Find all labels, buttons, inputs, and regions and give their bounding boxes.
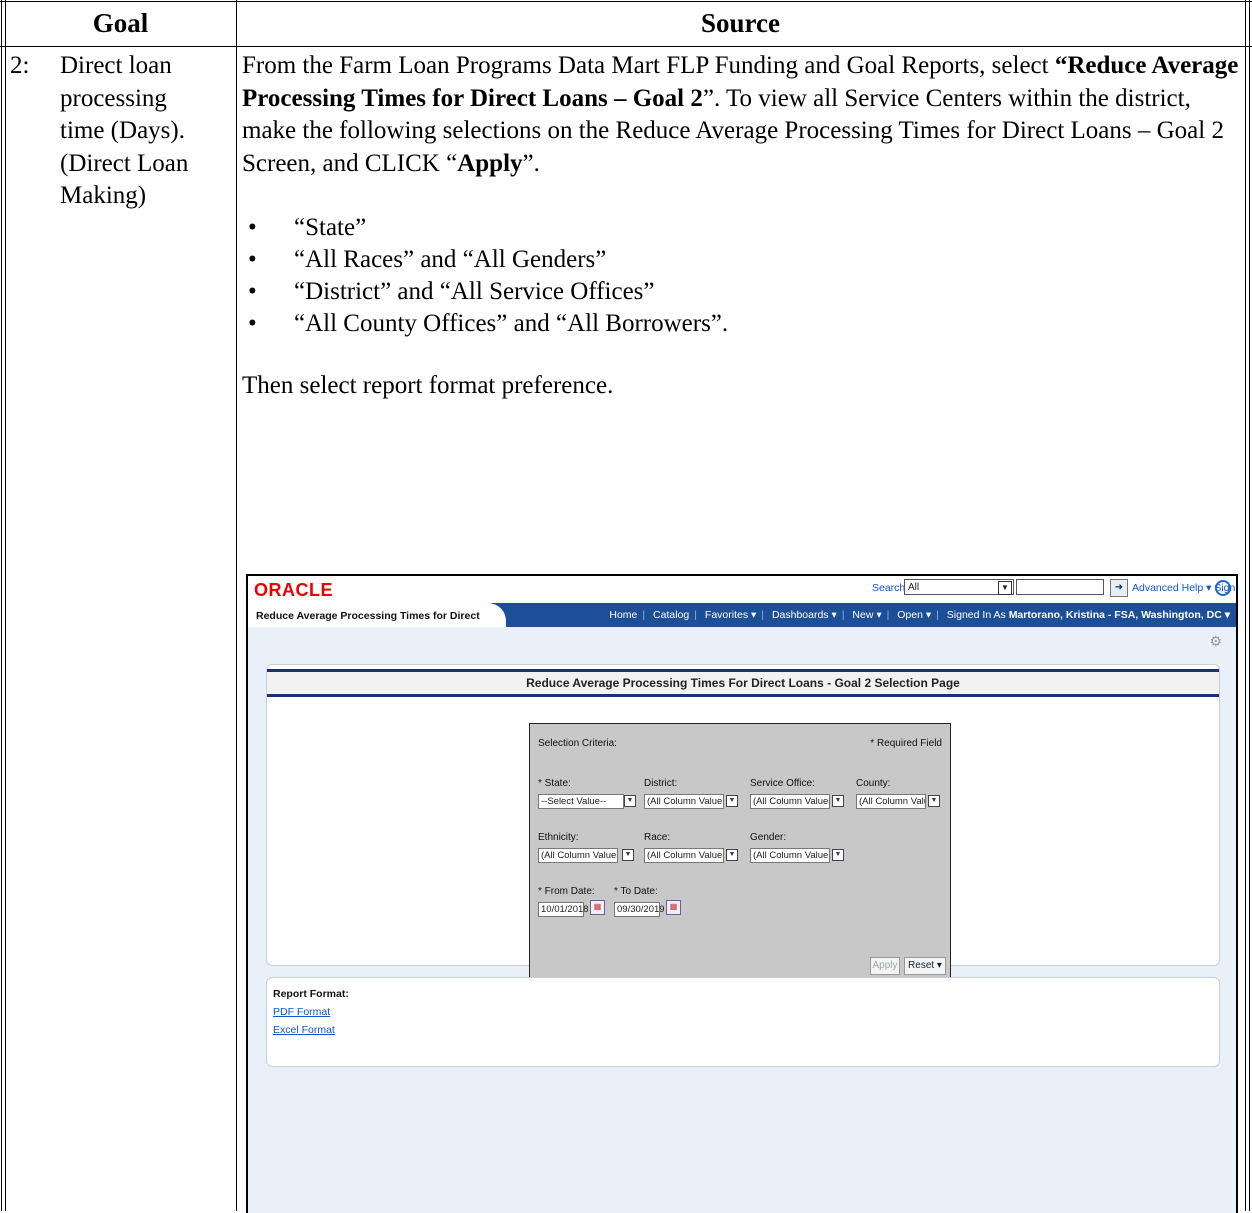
report-format-panel: Report Format: PDF Format Excel Format [266, 977, 1220, 1067]
apply-button[interactable]: Apply [870, 957, 900, 975]
search-scope-select[interactable]: All ▼ [904, 579, 1014, 595]
ethnicity-label: Ethnicity: [538, 832, 579, 843]
from-date-input[interactable]: 10/01/2018 [538, 902, 589, 917]
nav-bar: Reduce Average Processing Times for Dire… [248, 603, 1236, 648]
state-label: * State: [538, 778, 571, 789]
list-item: • “State” [248, 214, 367, 241]
gear-icon[interactable]: ⚙ [1209, 633, 1222, 650]
nav-home[interactable]: Home [609, 609, 637, 621]
table-border-right-inner [1245, 0, 1246, 1211]
list-item-text: “All Races” and “All Genders” [294, 246, 607, 273]
ethnicity-select[interactable]: (All Column Values) [538, 848, 618, 863]
chevron-down-icon[interactable]: ▼ [928, 795, 940, 807]
signed-in-label: Signed In As [946, 609, 1006, 621]
search-scope-value: All [908, 582, 920, 593]
goal-line: time (Days). [60, 117, 185, 144]
table-border-right [1249, 0, 1250, 1211]
from-date-label: * From Date: [538, 886, 595, 897]
list-item: • “All County Offices” and “All Borrowers… [248, 310, 729, 337]
service-office-select[interactable]: (All Column Values) [750, 794, 830, 809]
list-item: • “All Races” and “All Genders” [248, 246, 607, 273]
page-body: ⚙ Reduce Average Processing Times For Di… [248, 627, 1236, 1213]
search-input[interactable] [1016, 579, 1104, 595]
gender-label: Gender: [750, 832, 787, 843]
selection-criteria-box: Selection Criteria: * Required Field * S… [529, 723, 951, 985]
instruction-text: From the Farm Loan Programs Data Mart FL… [242, 52, 1055, 79]
goal-line: Making) [60, 182, 147, 209]
list-item-text: “State” [294, 214, 367, 241]
nav-open[interactable]: Open ▾ [897, 609, 931, 621]
goal-description: Direct loan processing time (Days). (Dir… [60, 50, 235, 213]
search-label: Search [872, 582, 906, 594]
chevron-down-icon[interactable]: ▼ [624, 795, 636, 807]
to-date-label: * To Date: [614, 886, 658, 897]
source-instructions: From the Farm Loan Programs Data Mart FL… [242, 50, 1242, 180]
oracle-logo: ORACLE [254, 580, 333, 600]
nav-favorites[interactable]: Favorites ▾ [705, 609, 756, 621]
list-item: • “District” and “All Service Offices” [248, 278, 655, 305]
district-label: District: [644, 778, 678, 789]
race-label: Race: [644, 832, 671, 843]
goal-line: Direct loan [60, 52, 172, 79]
goal-line: processing [60, 84, 167, 112]
format-instruction: Then select report format preference. [242, 372, 614, 399]
list-item-text: “All County Offices” and “All Borrowers”… [294, 310, 729, 337]
global-nav: Home | Catalog | Favorites ▾ | Dashboards ▾… [609, 609, 1230, 621]
search-go-arrow-icon[interactable]: ➜ [1110, 579, 1128, 597]
excel-format-link[interactable]: Excel Format [273, 1024, 335, 1036]
nav-new[interactable]: New ▾ [852, 609, 881, 621]
state-select[interactable]: --Select Value-- [538, 794, 624, 809]
source-cell: From the Farm Loan Programs Data Mart FL… [242, 50, 1242, 403]
report-format-title: Report Format: [273, 988, 349, 1000]
criteria-title: Selection Criteria: [538, 738, 617, 749]
county-label: County: [856, 778, 891, 789]
embedded-screenshot: ORACLE Search All ▼ ➜ Advanced Help ▾ Si… [246, 574, 1238, 1213]
help-ring-icon[interactable] [1215, 580, 1231, 596]
header-source: Source [701, 7, 780, 38]
panel-title: Reduce Average Processing Times For Dire… [267, 669, 1219, 697]
table-border-left [1, 0, 2, 1211]
goal-line: (Direct Loan [60, 149, 189, 177]
pdf-format-link[interactable]: PDF Format [273, 1006, 330, 1018]
gender-select[interactable]: (All Column Values) [750, 848, 830, 863]
service-office-label: Service Office: [750, 778, 815, 789]
calendar-icon[interactable]: ▦ [590, 900, 605, 915]
header-goal: Goal [92, 7, 149, 38]
district-select[interactable]: (All Column Values) [644, 794, 724, 809]
chevron-down-icon[interactable]: ▼ [726, 795, 738, 807]
selection-panel: Reduce Average Processing Times For Dire… [266, 664, 1220, 985]
required-note: * Required Field [870, 738, 942, 749]
user-menu[interactable]: Martorano, Kristina - FSA, Washington, D… [1009, 609, 1230, 621]
table-border-left-inner [5, 0, 6, 1211]
calendar-icon[interactable]: ▦ [666, 900, 681, 915]
chevron-down-icon[interactable]: ▼ [832, 795, 844, 807]
list-item-text: “District” and “All Service Offices” [294, 278, 655, 305]
chevron-down-icon: ▼ [998, 581, 1012, 595]
goal-number: 2: [10, 52, 30, 79]
top-bar: ORACLE Search All ▼ ➜ Advanced Help ▾ Si… [248, 576, 1236, 602]
chevron-down-icon[interactable]: ▼ [832, 849, 844, 861]
to-date-input[interactable]: 09/30/2019 [614, 902, 665, 917]
dashboard-tab[interactable]: Reduce Average Processing Times for Dire… [248, 603, 506, 648]
instruction-text: ”. [522, 149, 540, 177]
chevron-down-icon[interactable]: ▼ [726, 849, 738, 861]
reset-button[interactable]: Reset ▾ [904, 957, 946, 975]
header-divider [0, 46, 1252, 47]
county-select[interactable]: (All Column Values) [856, 794, 926, 809]
nav-dashboards[interactable]: Dashboards ▾ [772, 609, 837, 621]
column-divider [236, 0, 237, 1211]
race-select[interactable]: (All Column Values) [644, 848, 724, 863]
nav-catalog[interactable]: Catalog [653, 609, 689, 621]
apply-keyword: Apply [457, 149, 523, 177]
selection-list: • “State” • “All Races” and “All Genders” … [242, 212, 1242, 340]
chevron-down-icon[interactable]: ▼ [622, 849, 634, 861]
